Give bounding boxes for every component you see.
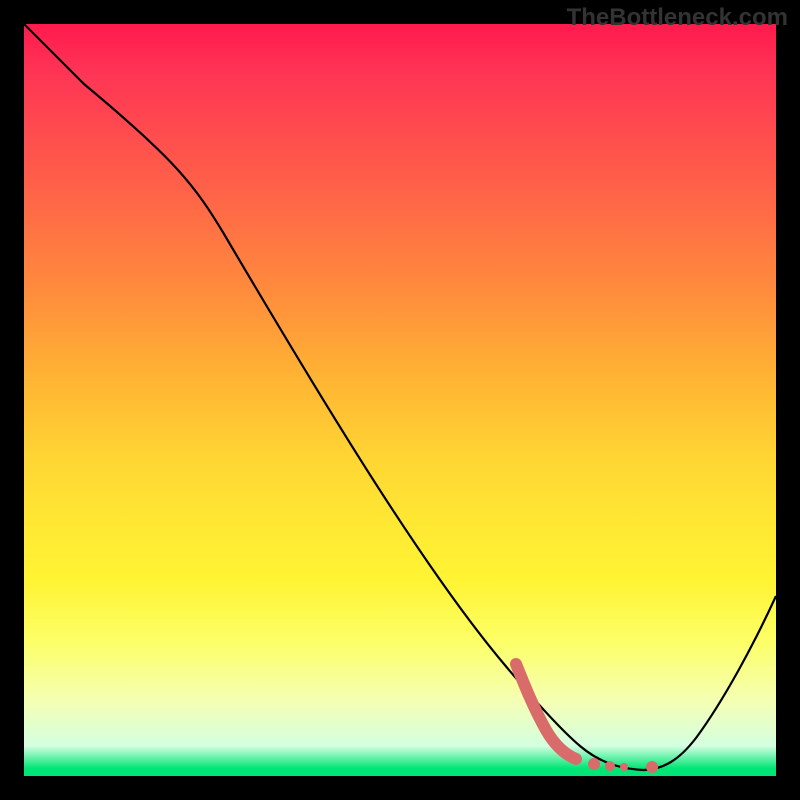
watermark-text: TheBottleneck.com [567, 4, 788, 32]
bottleneck-curve-svg [24, 24, 776, 776]
chart-plot-area [24, 24, 776, 776]
bottleneck-curve-path [24, 24, 776, 770]
highlight-dots [516, 664, 658, 773]
